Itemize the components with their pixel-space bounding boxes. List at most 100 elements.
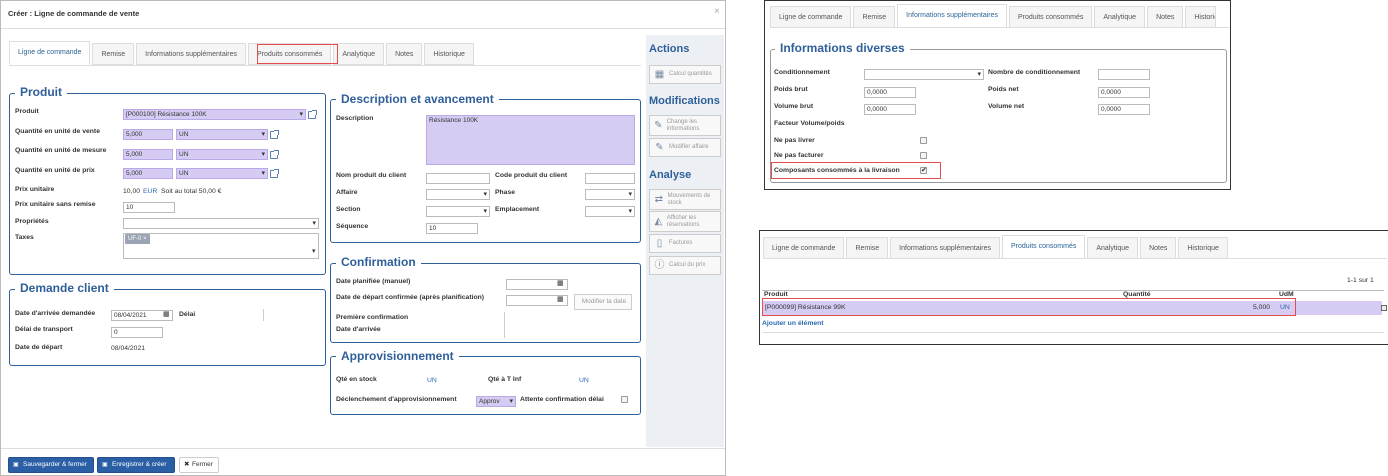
calendar-icon[interactable]: ▦ [557, 279, 563, 287]
close-icon[interactable]: × [714, 6, 720, 17]
confirmation-legend: Confirmation [336, 255, 421, 269]
remove-tag-icon[interactable]: × [143, 236, 147, 242]
emplacement-select[interactable] [585, 206, 635, 217]
change-info-button[interactable]: ✎ Change les informations [649, 115, 721, 136]
proprietes-select[interactable] [123, 218, 319, 229]
transport-label: Délai de transport [15, 326, 73, 333]
pager: 1-1 sur 1 [1347, 277, 1374, 284]
tab-analytique[interactable]: Analytique [333, 43, 385, 65]
modifier-date-button[interactable]: Modifier la date [574, 294, 632, 310]
description-textarea[interactable]: Résistance 100K [426, 115, 635, 165]
poids-brut-input[interactable]: 0,0000 [864, 87, 916, 98]
volume-brut-input[interactable]: 0,0000 [864, 104, 916, 115]
external-link-icon[interactable] [270, 130, 279, 139]
tab-notes[interactable]: Notes [386, 43, 423, 65]
tax-tag-label: UF-0 [128, 236, 142, 242]
volume-net-input[interactable]: 0,0000 [1098, 104, 1150, 115]
attente-label: Attente confirmation délai [520, 396, 604, 403]
afficher-reservations-button[interactable]: ◭ Afficher les réservations [649, 211, 721, 232]
unit-vente-select[interactable]: UN [176, 129, 268, 140]
nb-conditionnement-input[interactable] [1098, 69, 1150, 80]
tab-analytique[interactable]: Analytique [1087, 237, 1139, 259]
trash-icon[interactable] [1381, 305, 1387, 311]
tab-produits-consommes[interactable]: Produits consommés [1002, 235, 1086, 259]
tab-produits-consommes[interactable]: Produits consommés [1009, 6, 1093, 28]
calcul-quantites-button[interactable]: ▦ Calcul quantités [649, 65, 721, 84]
poids-brut-label: Poids brut [774, 86, 808, 93]
factures-button[interactable]: ▯ Factures [649, 234, 721, 253]
tab-remise[interactable]: Remise [846, 237, 889, 259]
document-icon: ▯ [656, 238, 663, 249]
qte-vente-input[interactable]: 5,000 [123, 129, 173, 140]
phase-select[interactable] [585, 189, 635, 200]
fermer-label: Fermer [192, 461, 213, 468]
sequence-input[interactable]: 10 [426, 223, 478, 234]
external-link-icon[interactable] [270, 150, 279, 159]
tab-informations-supplementaires[interactable]: Informations supplémentaires [890, 237, 1000, 259]
close-icon: ✖ [184, 461, 190, 468]
section-label: Section [336, 206, 361, 213]
dialog-tabs: Ligne de commande Remise Informations su… [9, 41, 476, 65]
enregistrer-creer-button[interactable]: ▣ Enregistrer & créer [97, 457, 175, 473]
tab-historique[interactable]: Historique [1178, 237, 1228, 259]
ne-pas-facturer-checkbox[interactable] [920, 152, 927, 159]
unit-prix-select[interactable]: UN [176, 168, 268, 179]
ne-pas-livrer-checkbox[interactable] [920, 137, 927, 144]
tab-notes[interactable]: Notes [1140, 237, 1177, 259]
chevron-down-icon[interactable]: ▾ [312, 247, 315, 255]
code-client-input[interactable] [585, 173, 635, 184]
conditionnement-label: Conditionnement [774, 69, 830, 76]
external-link-icon[interactable] [308, 110, 317, 119]
tab-historique[interactable]: Historique [424, 43, 474, 65]
attente-checkbox[interactable] [621, 396, 628, 403]
code-client-label: Code produit du client [495, 172, 568, 179]
section-select[interactable] [426, 206, 490, 217]
nom-client-input[interactable] [426, 173, 490, 184]
row-quantite: 5,000 [1253, 304, 1271, 311]
row-produit: [P000099] Résistance 99K [765, 304, 846, 311]
modifier-affaire-button[interactable]: ✎ Modifier affaire [649, 138, 721, 157]
calculator-icon: ▦ [654, 69, 665, 80]
external-link-icon[interactable] [270, 169, 279, 178]
declenchement-select[interactable]: Approv [476, 396, 516, 407]
ne-pas-livrer-label: Ne pas livrer [774, 137, 815, 144]
prix-sans-remise-input[interactable]: 10 [123, 202, 175, 213]
tab-informations-supplementaires[interactable]: Informations supplémentaires [897, 4, 1007, 28]
calcul-prix-button[interactable]: ⓘ Calcul du prix [649, 256, 721, 275]
tab-ligne-commande[interactable]: Ligne de commande [9, 41, 91, 65]
conditionnement-select[interactable] [864, 69, 984, 80]
tab-informations-supplementaires[interactable]: Informations supplémentaires [136, 43, 246, 65]
qte-prix-input[interactable]: 5,000 [123, 168, 173, 179]
produit-select[interactable]: [P000100] Résistance 100K [123, 109, 306, 120]
poids-net-input[interactable]: 0,0000 [1098, 87, 1150, 98]
tax-tag: UF-0 × [125, 234, 150, 244]
tab-historique[interactable]: Historique [1185, 6, 1217, 28]
date-arrivee-label: Date d'arrivée [336, 326, 381, 333]
conso-panel-tabs: Ligne de commande Remise Informations su… [763, 235, 1230, 259]
tab-ligne-commande[interactable]: Ligne de commande [763, 237, 845, 259]
demande-legend: Demande client [15, 281, 114, 295]
tab-notes[interactable]: Notes [1147, 6, 1184, 28]
transport-input[interactable]: 0 [111, 327, 163, 338]
composants-checkbox[interactable]: ✔ [920, 167, 927, 174]
affaire-label: Affaire [336, 189, 358, 196]
tab-remise[interactable]: Remise [92, 43, 135, 65]
qte-mesure-label: Quantité en unité de mesure [15, 147, 107, 154]
tab-analytique[interactable]: Analytique [1094, 6, 1146, 28]
calendar-icon[interactable]: ▦ [163, 310, 170, 318]
col-produit: Produit [764, 291, 788, 298]
affaire-select[interactable] [426, 189, 490, 200]
calendar-icon[interactable]: ▦ [557, 295, 563, 303]
add-item-link[interactable]: Ajouter un élément [762, 320, 824, 327]
tab-produits-consommes[interactable]: Produits consommés [248, 43, 332, 65]
fermer-button[interactable]: ✖ Fermer [179, 457, 219, 473]
mouvements-stock-label: Mouvements de stock [667, 192, 711, 206]
divider [1, 28, 725, 29]
unit-mesure-select[interactable]: UN [176, 149, 268, 160]
mouvements-stock-button[interactable]: ⇄ Mouvements de stock [649, 189, 721, 210]
tab-ligne-commande[interactable]: Ligne de commande [770, 6, 852, 28]
qte-mesure-input[interactable]: 5,000 [123, 149, 173, 160]
sauvegarder-fermer-button[interactable]: ▣ Sauvegarder & fermer [8, 457, 94, 473]
tab-remise[interactable]: Remise [853, 6, 896, 28]
taxes-field[interactable] [123, 233, 319, 259]
